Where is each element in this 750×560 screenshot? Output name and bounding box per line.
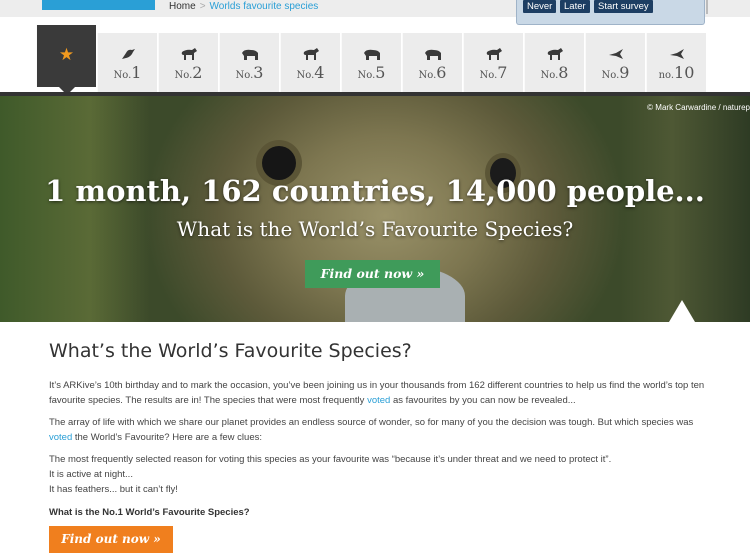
big-cat-icon <box>180 47 198 61</box>
breadcrumb-separator: > <box>199 1 206 12</box>
clues-list: The most frequently selected reason for … <box>49 452 709 497</box>
hero-find-out-button[interactable]: Find out now » <box>305 260 440 288</box>
tab-number-value: 7 <box>497 63 508 82</box>
find-out-now-button[interactable]: Find out now » <box>49 526 173 553</box>
clues-text-a: The array of life with which we share ou… <box>49 417 694 428</box>
question-text: What is the No.1 World’s Favourite Speci… <box>49 507 250 518</box>
tab-number-value: 4 <box>314 63 325 82</box>
tab-number-prefix: No. <box>235 70 254 81</box>
survey-never-button[interactable]: Never <box>523 0 557 13</box>
clues-text-b: the World’s Favourite? Here are a few cl… <box>72 432 262 443</box>
tab-number: no.10 <box>647 63 706 82</box>
breadcrumb-current[interactable]: Worlds favourite species <box>210 1 319 12</box>
bear-icon <box>363 47 381 61</box>
tab-number-value: 2 <box>192 63 203 82</box>
tab-number-prefix: No. <box>296 70 315 81</box>
elephant-icon <box>241 47 259 61</box>
tab-species-9[interactable]: No.9 <box>585 33 645 92</box>
tab-number-prefix: No. <box>357 70 376 81</box>
turtle-icon <box>424 47 442 61</box>
clue-1: The most frequently selected reason for … <box>49 454 612 465</box>
tab-number: No.7 <box>464 63 523 82</box>
survey-start-button[interactable]: Start survey <box>594 0 653 13</box>
tab-favourites[interactable]: ★ <box>36 25 96 95</box>
hero-headline: 1 month, 162 countries, 14,000 people... <box>45 174 705 208</box>
tab-species-7[interactable]: No.7 <box>463 33 523 92</box>
species-nav: ★ No.1 No.2 No.3 No.4 No.5 No.6 No.7 No.8 No.9 no.… <box>36 25 710 95</box>
tab-number: No.8 <box>525 63 584 82</box>
tab-number: No.4 <box>281 63 340 82</box>
tab-number-prefix: no. <box>658 70 675 81</box>
hero-banner: © Mark Carwardine / naturep 1 month, 162… <box>0 96 750 322</box>
hero-notch <box>669 300 695 322</box>
survey-later-button[interactable]: Later <box>560 0 590 13</box>
tab-species-8[interactable]: No.8 <box>524 33 584 92</box>
tab-number: No.9 <box>586 63 645 82</box>
lizard-icon <box>668 47 686 61</box>
tab-number-value: 9 <box>619 63 630 82</box>
tab-number-value: 1 <box>131 63 142 82</box>
tab-species-2[interactable]: No.2 <box>158 33 218 92</box>
clues-intro-paragraph: The array of life with which we share ou… <box>49 415 709 445</box>
intro-text-b: as favourites by you can now be revealed… <box>390 395 576 406</box>
clue-2: It is active at night... <box>49 469 133 480</box>
tab-species-3[interactable]: No.3 <box>219 33 279 92</box>
breadcrumb: Home > Worlds favourite species <box>169 0 318 13</box>
tab-species-6[interactable]: No.6 <box>402 33 462 92</box>
tab-number: No.5 <box>342 63 401 82</box>
voted-link[interactable]: voted <box>367 395 390 406</box>
tab-number-value: 5 <box>375 63 386 82</box>
page-title: What’s the World’s Favourite Species? <box>49 340 412 362</box>
tab-number: No.1 <box>98 63 157 82</box>
tab-number-prefix: No. <box>479 70 498 81</box>
tab-species-5[interactable]: No.5 <box>341 33 401 92</box>
breadcrumb-home-link[interactable]: Home <box>169 1 196 12</box>
hero-foliage-left <box>0 96 150 322</box>
tab-species-10[interactable]: no.10 <box>646 33 706 92</box>
hero-subheadline: What is the World’s Favourite Species? <box>176 217 574 241</box>
tab-species-4[interactable]: No.4 <box>280 33 340 92</box>
tab-number: No.3 <box>220 63 279 82</box>
survey-prompt: Never Later Start survey <box>516 0 705 25</box>
scrollbar[interactable] <box>706 0 708 14</box>
tab-number-prefix: No. <box>174 70 193 81</box>
wild-dog-icon <box>302 47 320 61</box>
hero-foliage-right <box>620 96 750 322</box>
intro-paragraph: It’s ARKive’s 10th birthday and to mark … <box>49 378 709 408</box>
main-content: What’s the World’s Favourite Species? It… <box>49 340 709 553</box>
tab-number-prefix: No. <box>540 70 559 81</box>
photo-credit: © Mark Carwardine / naturep <box>647 103 750 112</box>
tab-number-value: 6 <box>436 63 447 82</box>
hummingbird-icon <box>607 47 625 61</box>
tab-species-1[interactable]: No.1 <box>97 33 157 92</box>
tab-number-value: 10 <box>674 63 695 82</box>
tab-number: No.2 <box>159 63 218 82</box>
tab-number-prefix: No. <box>418 70 437 81</box>
star-icon: ★ <box>58 45 75 64</box>
tab-number-value: 3 <box>253 63 264 82</box>
tab-number: No.6 <box>403 63 462 82</box>
clue-3: It has feathers... but it can’t fly! <box>49 484 178 495</box>
dinosaur-icon <box>546 47 564 61</box>
tab-number-prefix: No. <box>601 70 620 81</box>
tab-number-value: 8 <box>558 63 569 82</box>
tab-number-prefix: No. <box>113 70 132 81</box>
ape-icon <box>485 47 503 61</box>
bird-icon <box>119 47 137 61</box>
voted-link[interactable]: voted <box>49 432 72 443</box>
site-logo[interactable] <box>42 0 155 10</box>
